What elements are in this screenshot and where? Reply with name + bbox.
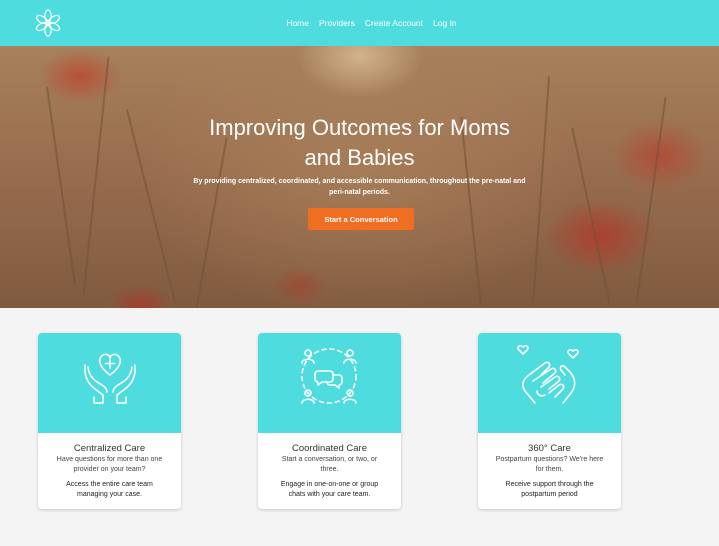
card-icon-band — [258, 333, 401, 433]
hero-subtitle: By providing centralized, coordinated, a… — [0, 176, 719, 198]
feature-card-centralized: Centralized Care Have questions for more… — [38, 333, 181, 509]
card-title: Coordinated Care — [292, 443, 367, 454]
card-text-line: Access the entire care team — [66, 481, 153, 488]
card-detail: Receive support through the postpartum p… — [484, 480, 615, 499]
holding-hands-icon — [517, 344, 579, 404]
top-navigation-bar: Home Providers Create Account Log In — [0, 0, 719, 46]
nav-log-in[interactable]: Log In — [433, 18, 457, 28]
card-description: Start a conversation, or two, or three. — [264, 455, 395, 474]
hero-title: Improving Outcomes for Moms and Babies — [0, 113, 719, 173]
card-text-line: Have questions for more than one — [56, 456, 163, 463]
card-icon-band — [38, 333, 181, 433]
hero-banner: Improving Outcomes for Moms and Babies B… — [0, 46, 719, 308]
card-text-line: postpartum period — [521, 490, 578, 498]
card-title: Centralized Care — [73, 443, 146, 454]
feature-card-360: 360° Care Postpartum questions? We're he… — [478, 333, 621, 509]
hero-title-line: and Babies — [304, 145, 415, 170]
card-text-line: provider on your team? — [73, 465, 146, 473]
start-conversation-button[interactable]: Start a Conversation — [308, 208, 414, 230]
card-detail: Access the entire care team managing you… — [44, 480, 175, 499]
card-text-line: Engage in one-on-one or group — [280, 481, 379, 488]
card-detail: Engage in one-on-one or group chats with… — [264, 480, 395, 499]
feature-card-coordinated: Coordinated Care Start a conversation, o… — [258, 333, 401, 509]
hero-subtitle-line: peri-natal periods. — [329, 189, 390, 196]
card-icon-band — [478, 333, 621, 433]
card-text-line: for them. — [535, 465, 564, 473]
card-text-line: Start a conversation, or two, or — [281, 456, 378, 463]
card-text-line: three. — [320, 465, 339, 473]
group-chat-icon — [301, 348, 357, 404]
card-description: Postpartum questions? We're here for the… — [484, 455, 615, 474]
card-text-line: chats with your care team. — [288, 490, 371, 498]
card-description: Have questions for more than one provide… — [44, 455, 175, 474]
hero-subtitle-line: By providing centralized, coordinated, a… — [193, 178, 526, 185]
hero-title-line: Improving Outcomes for Moms — [209, 115, 510, 140]
card-text-line: managing your case. — [77, 490, 142, 498]
main-nav: Home Providers Create Account Log In — [0, 0, 719, 46]
nav-providers[interactable]: Providers — [319, 18, 355, 28]
nav-create-account[interactable]: Create Account — [365, 18, 423, 28]
card-text-line: Receive support through the — [505, 481, 594, 488]
card-title: 360° Care — [528, 443, 571, 454]
heart-hands-icon — [84, 353, 136, 404]
card-text-line: Postpartum questions? We're here — [495, 456, 604, 463]
nav-home[interactable]: Home — [286, 18, 309, 28]
